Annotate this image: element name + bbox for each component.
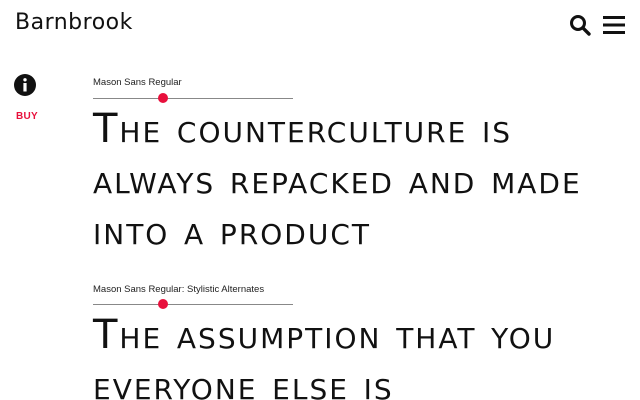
page: Barnbrook BUY Mason Sans Regular The cou… [0, 0, 640, 400]
specimen-text: The counterculture is always repacked an… [93, 106, 582, 254]
slider-thumb[interactable] [158, 93, 168, 103]
buy-link[interactable]: BUY [16, 111, 38, 122]
specimen-font-label: Mason Sans Regular [93, 77, 182, 88]
specimen-text: The assumption that you everyone else is [93, 312, 556, 400]
menu-button[interactable] [602, 13, 626, 37]
info-icon [14, 74, 36, 96]
slider-track [93, 98, 293, 99]
hamburger-menu-icon [603, 16, 625, 34]
search-icon [570, 15, 591, 36]
slider-thumb[interactable] [158, 299, 168, 309]
search-button[interactable] [568, 13, 592, 37]
brand-logo[interactable]: Barnbrook [15, 10, 133, 35]
slider-track [93, 304, 293, 305]
info-button[interactable] [13, 73, 37, 97]
specimen-font-label: Mason Sans Regular: Stylistic Alternates [93, 284, 265, 295]
